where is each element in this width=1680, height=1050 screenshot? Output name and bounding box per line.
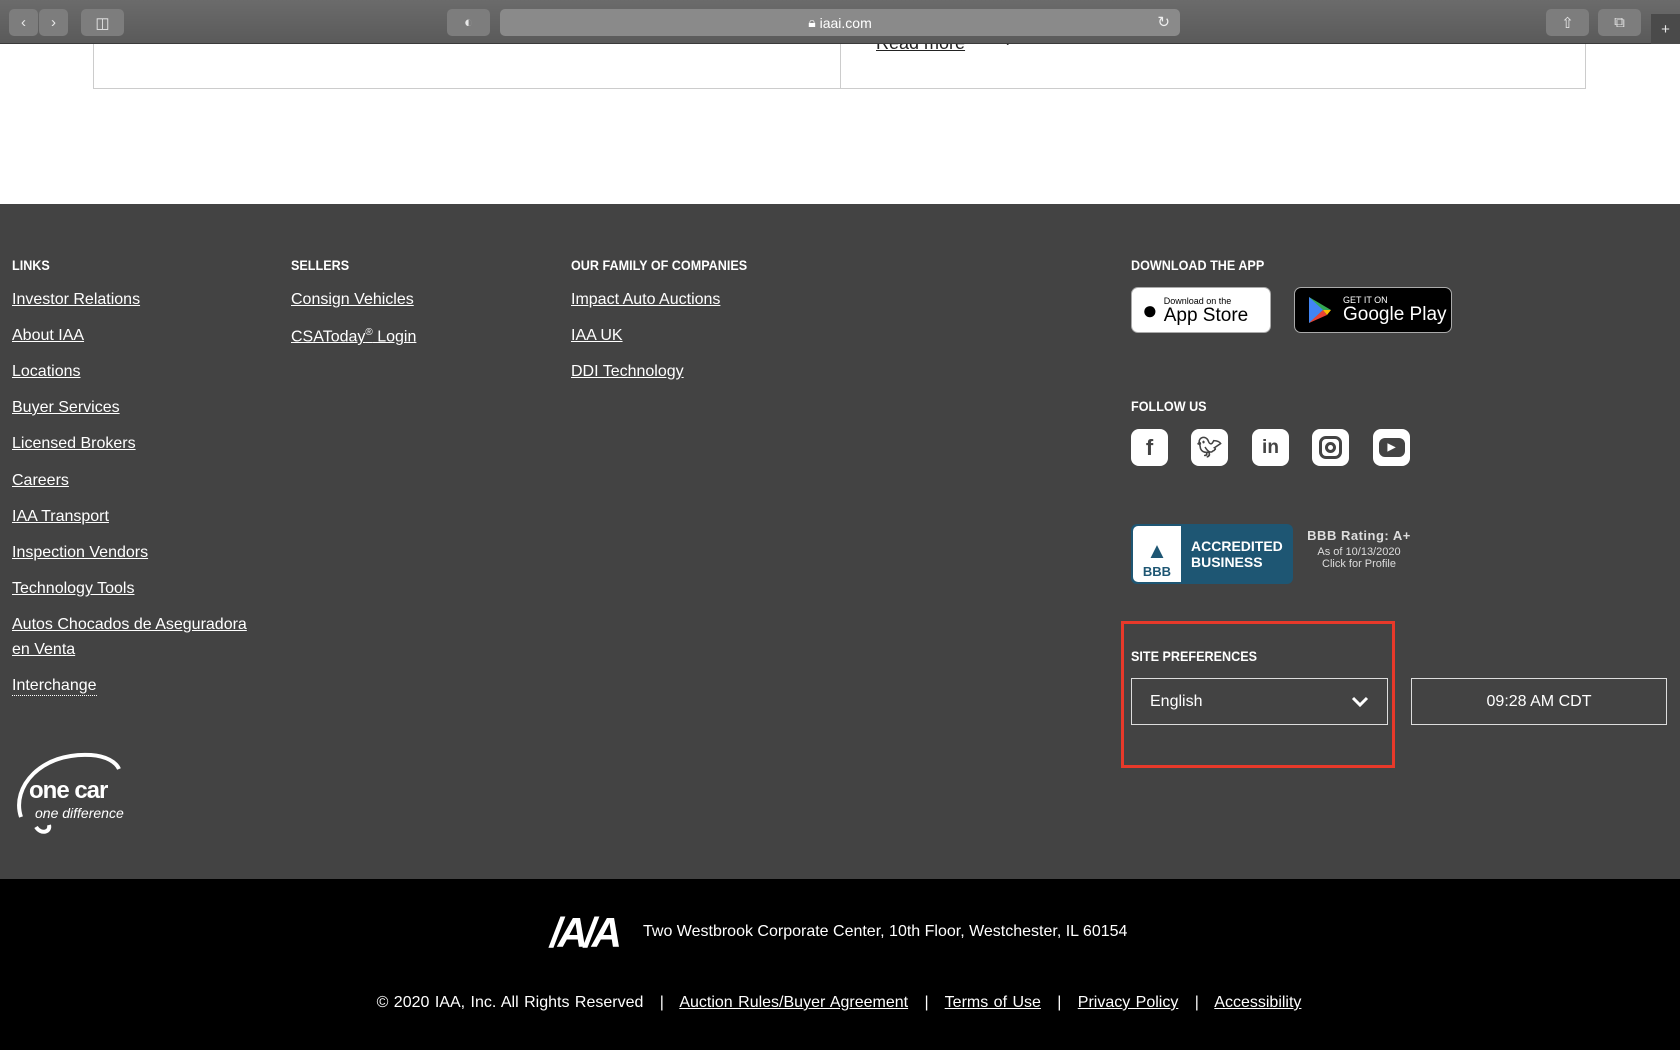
chevron-down-icon (1351, 696, 1369, 707)
instagram-icon[interactable] (1312, 429, 1349, 466)
link-interchange[interactable]: Interchange (12, 677, 97, 696)
forward-button[interactable]: › (39, 9, 68, 36)
login-text: Login (372, 328, 417, 346)
google-play-icon (1309, 297, 1331, 323)
slogan-line1: one car (29, 777, 108, 804)
apple-icon: ● (1142, 294, 1158, 325)
shield-icon[interactable]: ◐ (447, 9, 490, 36)
bbb-line1: ACCREDITED (1191, 538, 1283, 554)
links-heading: LINKS (12, 257, 50, 273)
app-heading: DOWNLOAD THE APP (1131, 257, 1265, 273)
link-licensed-brokers[interactable]: Licensed Brokers (12, 435, 136, 453)
google-play-button[interactable]: GET IT ON Google Play (1294, 287, 1452, 333)
footer: LINKS Investor Relations About IAA Locat… (0, 204, 1680, 879)
family-heading: OUR FAMILY OF COMPANIES (571, 257, 748, 273)
terms-of-use-link[interactable]: Terms of Use (945, 994, 1041, 1011)
browser-toolbar: ‹ › ◫ ◐ 🔒︎ iaai.com ↻ ⇧ ⧉ + (0, 0, 1680, 44)
bbb-torch-logo: ▲ BBB (1133, 526, 1181, 582)
twitter-icon[interactable]: 🐦︎ (1191, 429, 1228, 466)
bbb-logo-text: BBB (1142, 564, 1172, 579)
accessibility-link[interactable]: Accessibility (1214, 994, 1301, 1011)
link-buyer-services[interactable]: Buyer Services (12, 399, 120, 417)
auction-rules-link[interactable]: Auction Rules/Buyer Agreement (679, 994, 908, 1011)
bbb-rating[interactable]: BBB Rating: A+ As of 10/13/2020 Click fo… (1299, 528, 1419, 570)
link-technology-tools[interactable]: Technology Tools (12, 580, 134, 598)
privacy-policy-link[interactable]: Privacy Policy (1078, 994, 1179, 1011)
back-button[interactable]: ‹ (9, 9, 38, 36)
appstore-label: App Store (1163, 304, 1249, 326)
csatoday-text: CSAToday (291, 328, 366, 346)
iaa-logo: /A/A (550, 909, 622, 956)
one-car-logo: one car one difference (11, 747, 131, 835)
copyright: © 2020 IAA, Inc. All Rights Reserved (376, 994, 644, 1011)
link-autos-chocados-cont[interactable]: en Venta (12, 641, 75, 659)
appstore-small: Download on the (1163, 295, 1232, 306)
google-label: Google Play (1343, 304, 1447, 325)
share-icon[interactable]: ⇧ (1546, 9, 1589, 36)
bbb-line2: BUSINESS (1191, 554, 1263, 570)
facebook-icon[interactable]: f (1131, 429, 1168, 466)
legal-line: © 2020 IAA, Inc. All Rights Reserved | A… (0, 994, 1678, 1012)
url-text: iaai.com (819, 14, 872, 31)
link-csatoday-login[interactable]: CSAToday® Login (291, 327, 416, 346)
separator: | (1194, 994, 1199, 1011)
bottom-bar: /A/A Two Westbrook Corporate Center, 10t… (0, 879, 1680, 1050)
bbb-profile: Click for Profile (1322, 558, 1396, 570)
link-impact-auto-auctions[interactable]: Impact Auto Auctions (571, 291, 720, 309)
slogan-line2: one difference (35, 805, 124, 821)
bbb-as-of: As of 10/13/2020 (1317, 546, 1401, 558)
address-bar[interactable]: 🔒︎ iaai.com ↻ (500, 9, 1180, 36)
lock-icon: 🔒︎ (808, 14, 816, 30)
language-value: English (1150, 692, 1203, 710)
link-locations[interactable]: Locations (12, 363, 81, 381)
follow-heading: FOLLOW US (1131, 398, 1207, 414)
sellers-heading: SELLERS (291, 257, 350, 273)
language-select[interactable]: English (1131, 678, 1388, 725)
site-preferences-heading: SITE PREFERENCES (1131, 648, 1258, 664)
link-about-iaa[interactable]: About IAA (12, 327, 84, 345)
link-iaa-uk[interactable]: IAA UK (571, 327, 623, 345)
linkedin-icon[interactable]: in (1252, 429, 1289, 466)
link-ddi-technology[interactable]: DDI Technology (571, 363, 684, 381)
app-store-button[interactable]: ● Download on the App Store (1131, 287, 1271, 333)
tabs-icon[interactable]: ⧉ (1598, 9, 1641, 36)
address: Two Westbrook Corporate Center, 10th Flo… (643, 923, 1128, 940)
link-careers[interactable]: Careers (12, 472, 69, 490)
link-autos-chocados[interactable]: Autos Chocados de Aseguradora (12, 616, 247, 634)
separator: | (659, 994, 664, 1011)
new-tab-icon[interactable]: + (1651, 14, 1680, 44)
time-display: 09:28 AM CDT (1411, 678, 1667, 725)
separator: | (1057, 994, 1062, 1011)
link-investor-relations[interactable]: Investor Relations (12, 291, 140, 309)
separator: | (924, 994, 929, 1011)
bbb-accredited-badge[interactable]: ▲ BBB ACCREDITED BUSINESS (1131, 524, 1293, 584)
bbb-rating-text: BBB Rating: A+ (1307, 528, 1411, 543)
registered-mark: ® (365, 327, 373, 338)
link-consign-vehicles[interactable]: Consign Vehicles (291, 291, 414, 309)
link-iaa-transport[interactable]: IAA Transport (12, 508, 109, 526)
link-inspection-vendors[interactable]: Inspection Vendors (12, 544, 148, 562)
youtube-icon[interactable]: ▶ (1373, 429, 1410, 466)
time-value: 09:28 AM CDT (1486, 692, 1592, 710)
sidebar-toggle-icon[interactable]: ◫ (81, 9, 124, 36)
reload-icon[interactable]: ↻ (1157, 13, 1170, 31)
